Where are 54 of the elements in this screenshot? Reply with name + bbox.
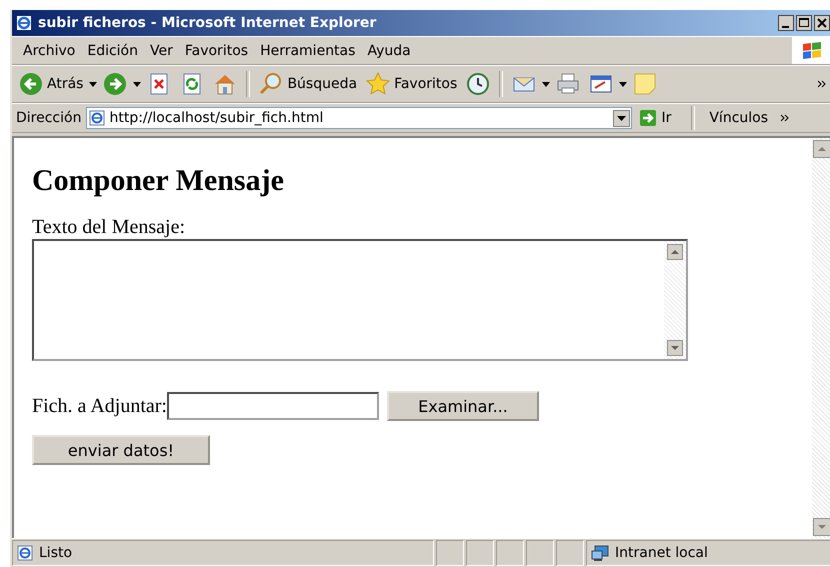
file-label: Fich. a Adjuntar: <box>32 394 167 418</box>
submit-button[interactable]: enviar datos! <box>32 435 210 465</box>
message-textarea[interactable] <box>32 239 688 361</box>
address-label: Dirección <box>16 110 82 126</box>
back-button[interactable]: Atrás <box>16 72 86 96</box>
page-icon <box>89 110 106 126</box>
window-title: subir ficheros - Microsoft Internet Explorer <box>38 15 378 31</box>
links-button[interactable]: Vínculos <box>701 110 778 126</box>
house-icon[interactable] <box>213 72 238 96</box>
scroll-up-button[interactable] <box>667 244 683 260</box>
zone-text: Intranet local <box>615 545 708 561</box>
menu-item[interactable]: Herramientas <box>255 40 360 60</box>
menu-item[interactable]: Favoritos <box>180 40 254 60</box>
status-panel <box>526 540 554 566</box>
dropdown-caret-icon[interactable] <box>133 82 142 86</box>
dropdown-button[interactable] <box>613 110 630 126</box>
network-computer-icon <box>591 545 609 561</box>
close-button[interactable] <box>814 15 830 31</box>
scroll-down-button[interactable] <box>813 518 830 536</box>
go-button[interactable]: Ir <box>635 109 686 127</box>
file-input-field[interactable] <box>166 392 379 420</box>
status-panel <box>556 540 584 566</box>
page-icon <box>17 545 33 561</box>
message-label: Texto del Mensaje: <box>32 216 186 239</box>
status-text: Listo <box>39 545 72 561</box>
page-heading: Componer Mensaje <box>32 164 285 198</box>
chevron-icon[interactable] <box>818 80 826 88</box>
magnifier-icon <box>259 72 284 96</box>
flag-logo-icon <box>801 40 823 60</box>
favorites-button[interactable]: Favoritos <box>363 72 460 96</box>
scroll-up-button[interactable] <box>813 140 830 158</box>
maximize-button[interactable] <box>796 15 812 31</box>
chevron-icon[interactable] <box>781 114 790 122</box>
menu-item[interactable]: Archivo <box>18 40 80 60</box>
dropdown-caret-icon[interactable] <box>619 82 628 86</box>
printer-icon[interactable] <box>556 72 580 96</box>
page-scrollbar[interactable] <box>812 138 830 538</box>
menu-item[interactable]: Ayuda <box>362 40 416 60</box>
status-panel <box>496 540 524 566</box>
search-button[interactable]: Búsqueda <box>256 72 360 96</box>
minimize-button[interactable] <box>778 15 794 31</box>
star-icon <box>366 72 390 96</box>
menu-item[interactable]: Edición <box>82 40 143 60</box>
clock-icon[interactable] <box>466 72 490 96</box>
menu-item[interactable]: Ver <box>145 40 178 60</box>
browse-button[interactable]: Examinar... <box>386 391 539 421</box>
browser-icon <box>16 15 32 31</box>
dropdown-caret-icon[interactable] <box>89 82 98 86</box>
address-field[interactable]: http://localhost/subir_fich.html <box>86 107 632 129</box>
status-panel <box>436 540 464 566</box>
textarea-scrollbar[interactable] <box>664 241 686 359</box>
dropdown-caret-icon[interactable] <box>542 82 550 86</box>
status-panel <box>466 540 494 566</box>
scroll-down-button[interactable] <box>667 340 683 356</box>
